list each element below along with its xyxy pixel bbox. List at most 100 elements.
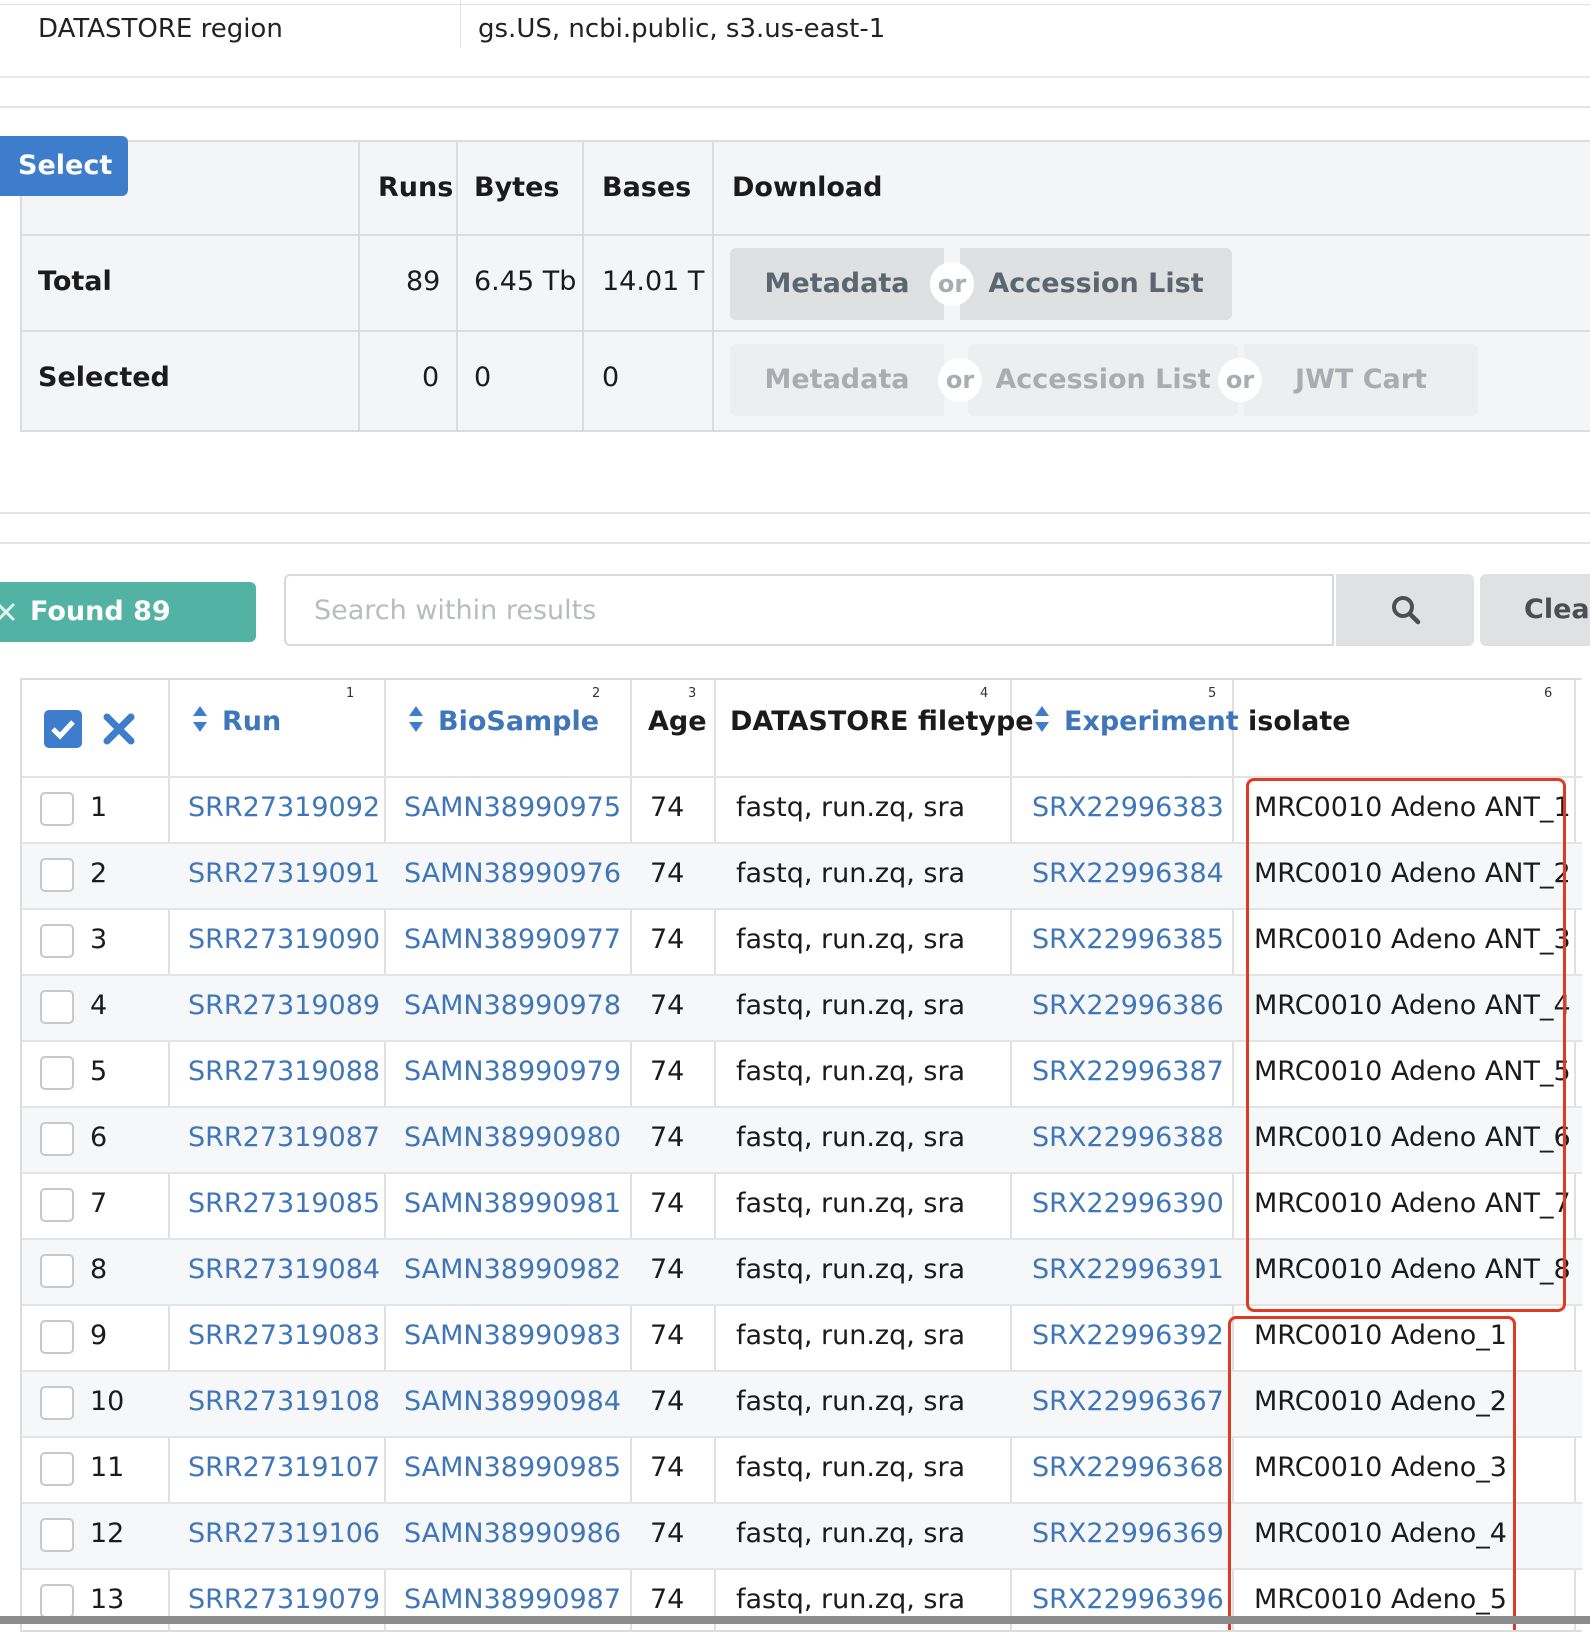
column-number: 3 [688, 686, 697, 701]
or-separator: or [930, 262, 974, 306]
experiment-link[interactable]: SRX22996369 [1032, 1518, 1224, 1549]
column-header-age: Age 3 [632, 680, 714, 776]
row-index: 10 [90, 1386, 125, 1417]
run-link[interactable]: SRR27319089 [188, 990, 380, 1021]
age-cell: 74 [650, 1584, 685, 1615]
row-index: 11 [90, 1452, 125, 1483]
expand-icon [0, 582, 16, 664]
divider [22, 234, 1590, 236]
highlight-box-ant [1246, 778, 1566, 1312]
biosample-link[interactable]: SAMN38990981 [404, 1188, 621, 1219]
run-link[interactable]: SRR27319088 [188, 1056, 380, 1087]
row-index: 8 [90, 1254, 108, 1285]
biosample-link[interactable]: SAMN38990986 [404, 1518, 621, 1549]
selected-accession-list-button[interactable]: Accession List [968, 344, 1238, 416]
age-cell: 74 [650, 858, 685, 889]
header-select-controls [22, 680, 168, 776]
experiment-link[interactable]: SRX22996388 [1032, 1122, 1224, 1153]
column-number: 6 [1544, 686, 1553, 701]
column-header-run[interactable]: Run 1 [170, 680, 384, 776]
jwt-cart-button[interactable]: JWT Cart [1244, 344, 1478, 416]
row-checkbox[interactable] [40, 1320, 74, 1354]
filetype-cell: fastq, run.zq, sra [736, 1254, 966, 1285]
column-number: 2 [592, 686, 601, 701]
row-checkbox[interactable] [40, 1188, 74, 1222]
age-cell: 74 [650, 1518, 685, 1549]
run-link[interactable]: SRR27319084 [188, 1254, 380, 1285]
biosample-link[interactable]: SAMN38990980 [404, 1122, 621, 1153]
age-cell: 74 [650, 1386, 685, 1417]
run-link[interactable]: SRR27319106 [188, 1518, 380, 1549]
run-link[interactable]: SRR27319090 [188, 924, 380, 955]
biosample-link[interactable]: SAMN38990976 [404, 858, 621, 889]
row-checkbox[interactable] [40, 1056, 74, 1090]
row-index: 5 [90, 1056, 108, 1087]
experiment-link[interactable]: SRX22996383 [1032, 792, 1224, 823]
age-cell: 74 [650, 924, 685, 955]
column-header-isolate: isolate 6 [1234, 680, 1574, 776]
experiment-link[interactable]: SRX22996385 [1032, 924, 1224, 955]
experiment-link[interactable]: SRX22996386 [1032, 990, 1224, 1021]
found-items-button[interactable]: Found 89 Items [0, 582, 256, 687]
experiment-link[interactable]: SRX22996392 [1032, 1320, 1224, 1351]
row-checkbox[interactable] [40, 792, 74, 826]
run-link[interactable]: SRR27319087 [188, 1122, 380, 1153]
row-checkbox[interactable] [40, 1386, 74, 1420]
row-checkbox[interactable] [40, 1122, 74, 1156]
biosample-link[interactable]: SAMN38990982 [404, 1254, 621, 1285]
age-cell: 74 [650, 1254, 685, 1285]
age-cell: 74 [650, 1122, 685, 1153]
run-link[interactable]: SRR27319091 [188, 858, 380, 889]
experiment-link[interactable]: SRX22996384 [1032, 858, 1224, 889]
clear-button[interactable]: Clear [1480, 574, 1590, 646]
row-checkbox[interactable] [40, 924, 74, 958]
experiment-link[interactable]: SRX22996387 [1032, 1056, 1224, 1087]
search-button[interactable] [1336, 574, 1474, 646]
experiment-link[interactable]: SRX22996396 [1032, 1584, 1224, 1615]
row-checkbox[interactable] [40, 1518, 74, 1552]
experiment-link[interactable]: SRX22996391 [1032, 1254, 1224, 1285]
biosample-link[interactable]: SAMN38990987 [404, 1584, 621, 1615]
run-link[interactable]: SRR27319108 [188, 1386, 380, 1417]
search-icon [1392, 596, 1421, 625]
run-link[interactable]: SRR27319085 [188, 1188, 380, 1219]
run-link[interactable]: SRR27319083 [188, 1320, 380, 1351]
divider [460, 0, 461, 48]
row-checkbox[interactable] [40, 990, 74, 1024]
clear-selection-icon[interactable] [102, 712, 136, 746]
row-index: 1 [90, 792, 108, 823]
biosample-link[interactable]: SAMN38990979 [404, 1056, 621, 1087]
biosample-link[interactable]: SAMN38990985 [404, 1452, 621, 1483]
select-button[interactable]: Select [0, 136, 128, 196]
row-checkbox[interactable] [40, 858, 74, 892]
run-link[interactable]: SRR27319079 [188, 1584, 380, 1615]
filetype-cell: fastq, run.zq, sra [736, 1056, 966, 1087]
biosample-link[interactable]: SAMN38990975 [404, 792, 621, 823]
experiment-link[interactable]: SRX22996367 [1032, 1386, 1224, 1417]
biosample-link[interactable]: SAMN38990984 [404, 1386, 621, 1417]
row-checkbox[interactable] [40, 1584, 74, 1618]
biosample-link[interactable]: SAMN38990977 [404, 924, 621, 955]
column-header-datastore-filetype: DATASTORE filetype 4 [716, 680, 1034, 776]
results-table: Run 1 BioSample 2 Age 3 DATASTORE filety… [20, 678, 1582, 1632]
scrollbar-track[interactable] [0, 1616, 1590, 1624]
experiment-link[interactable]: SRX22996390 [1032, 1188, 1224, 1219]
run-link[interactable]: SRR27319092 [188, 792, 380, 823]
total-metadata-button[interactable]: Metadata [730, 248, 944, 320]
search-input[interactable] [284, 574, 1334, 646]
age-cell: 74 [650, 990, 685, 1021]
biosample-link[interactable]: SAMN38990978 [404, 990, 621, 1021]
row-checkbox[interactable] [40, 1452, 74, 1486]
column-number: 5 [1208, 686, 1217, 701]
check-all-icon[interactable] [44, 710, 82, 748]
selected-metadata-button[interactable]: Metadata [730, 344, 944, 416]
run-link[interactable]: SRR27319107 [188, 1452, 380, 1483]
experiment-link[interactable]: SRX22996368 [1032, 1452, 1224, 1483]
column-label: Age [648, 706, 707, 737]
column-header-biosample[interactable]: BioSample 2 [386, 680, 630, 776]
biosample-link[interactable]: SAMN38990983 [404, 1320, 621, 1351]
row-checkbox[interactable] [40, 1254, 74, 1288]
total-accession-list-button[interactable]: Accession List [960, 248, 1232, 320]
column-header-experiment[interactable]: Experiment 5 [1012, 680, 1239, 776]
row-index: 12 [90, 1518, 125, 1549]
